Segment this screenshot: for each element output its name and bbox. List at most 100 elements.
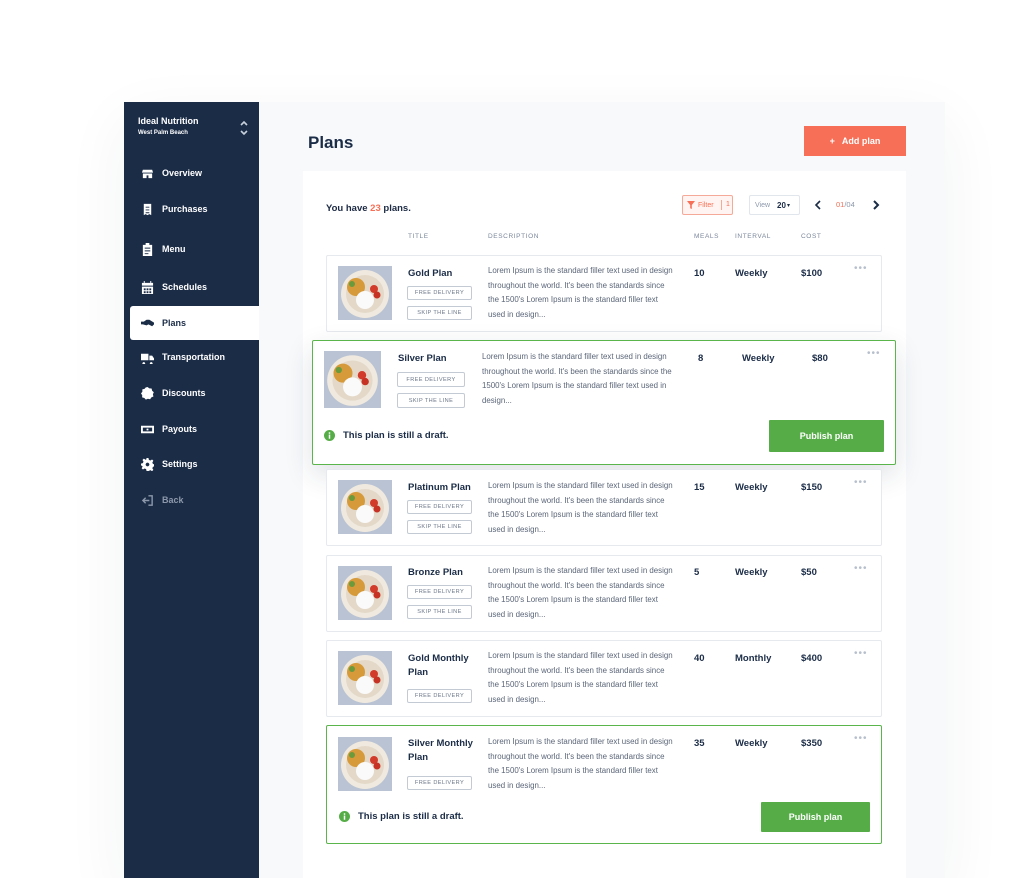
sidebar-item-purchases[interactable]: Purchases [124,192,259,226]
plan-description: Lorem Ipsum is the standard filler text … [482,352,672,405]
plan-cost: $80 [812,353,828,364]
badge-free-delivery: FREE DELIVERY [407,500,472,514]
sidebar-item-label: Settings [162,459,198,469]
plans-count: You have 23 plans. [326,203,411,214]
sidebar-item-settings[interactable]: Settings [124,447,259,481]
plan-cost: $400 [801,653,823,664]
plan-title: Silver Plan [398,353,447,364]
column-interval: INTERVAL [735,233,771,240]
sidebar-item-label: Back [162,495,184,505]
filter-count: 1 [726,201,730,208]
plan-title: Gold Plan [408,268,453,279]
more-icon[interactable]: ••• [854,478,868,488]
sidebar-item-back[interactable]: Back [124,483,259,517]
receipt-icon [143,203,152,215]
plan-title: Bronze Plan [408,567,463,578]
plan-cost: $350 [801,738,823,749]
chevron-updown-icon[interactable] [238,118,250,138]
publish-plan-button[interactable]: Publish plan [769,420,884,452]
truck-icon [141,353,154,364]
add-plan-label: Add plan [841,136,881,146]
plan-thumbnail [338,566,392,620]
sidebar-item-discounts[interactable]: Discounts [124,376,259,410]
view-select[interactable]: View 20 ▾ [749,195,800,215]
more-icon[interactable]: ••• [854,264,868,274]
info-icon [324,430,335,441]
badge-free-delivery: FREE DELIVERY [407,776,472,790]
draft-notice: This plan is still a draft. [324,430,449,441]
count-prefix: You have [326,203,368,214]
badge-skip-the-line: SKIP THE LINE [407,306,472,320]
plan-interval: Weekly [742,353,775,364]
sidebar-item-schedules[interactable]: Schedules [124,270,259,304]
badge-skip-the-line: SKIP THE LINE [407,605,472,619]
plan-title: Gold Monthly Plan [408,653,469,678]
draft-notice: This plan is still a draft. [339,811,464,822]
badge-skip-the-line: SKIP THE LINE [397,393,465,408]
food-plate-image [338,266,392,320]
plan-interval: Weekly [735,567,768,578]
sidebar-item-label: Purchases [162,204,208,214]
page-title: Plans [308,133,354,152]
plan-thumbnail [338,480,392,534]
sidebar: Ideal Nutrition West Palm Beach Overview… [124,102,259,878]
badge-free-delivery: FREE DELIVERY [407,286,472,300]
count-suffix: plans. [383,203,411,214]
sidebar-item-label: Plans [162,318,187,328]
column-description: DESCRIPTION [488,233,540,240]
plan-meals: 10 [694,268,705,279]
filter-button[interactable]: Filter 1 [682,195,733,215]
plan-description: Lorem Ipsum is the standard filler text … [488,737,673,790]
calendar-icon [141,280,154,294]
store-icon [141,169,154,178]
draft-notice-text: This plan is still a draft. [343,430,449,441]
column-title: TITLE [408,233,429,240]
publish-plan-button[interactable]: Publish plan [761,802,870,832]
food-plate-image [338,566,392,620]
plan-meals: 35 [694,738,705,749]
plan-title: Platinum Plan [408,482,471,493]
filter-divider [721,200,722,210]
discount-icon [141,386,154,400]
sidebar-item-label: Discounts [162,388,206,398]
sidebar-item-overview[interactable]: Overview [124,156,259,190]
more-icon[interactable]: ••• [854,564,868,574]
plan-interval: Weekly [735,482,768,493]
org-name: Ideal Nutrition [138,116,199,126]
sidebar-item-menu[interactable]: Menu [124,232,259,266]
plan-meals: 15 [694,482,705,493]
back-icon [141,494,153,506]
count-number: 23 [370,203,381,214]
handshake-icon [141,319,154,326]
pagination-status: 01/04 [836,200,855,209]
more-icon[interactable]: ••• [867,349,881,359]
plan-meals: 40 [694,653,705,664]
sidebar-item-label: Overview [162,168,203,178]
plan-cost: $150 [801,482,823,493]
chevron-right-icon[interactable] [871,199,881,211]
plan-thumbnail [338,266,392,320]
plan-thumbnail [324,351,381,408]
plan-description: Lorem Ipsum is the standard filler text … [488,481,673,534]
plan-interval: Weekly [735,268,768,279]
add-plan-button[interactable]: + Add plan [804,126,906,156]
more-icon[interactable]: ••• [854,734,868,744]
filter-label: Filter [698,201,714,209]
plan-cost: $50 [801,567,817,578]
sidebar-item-transportation[interactable]: Transportation [124,340,259,374]
view-value: 20 [777,200,786,210]
more-icon[interactable]: ••• [854,649,868,659]
cash-icon [141,425,154,433]
food-plate-image [338,651,392,705]
page-total: /04 [844,200,855,209]
org-switcher[interactable]: Ideal Nutrition West Palm Beach [138,116,250,136]
view-label: View [755,201,771,209]
chevron-left-icon[interactable] [813,199,823,211]
plan-thumbnail [338,737,392,791]
sidebar-item-payouts[interactable]: Payouts [124,412,259,446]
sidebar-item-plans[interactable]: Plans [130,306,259,340]
info-icon [339,811,350,822]
badge-free-delivery: FREE DELIVERY [407,585,472,599]
plan-meals: 5 [694,567,700,578]
funnel-icon [687,201,695,209]
